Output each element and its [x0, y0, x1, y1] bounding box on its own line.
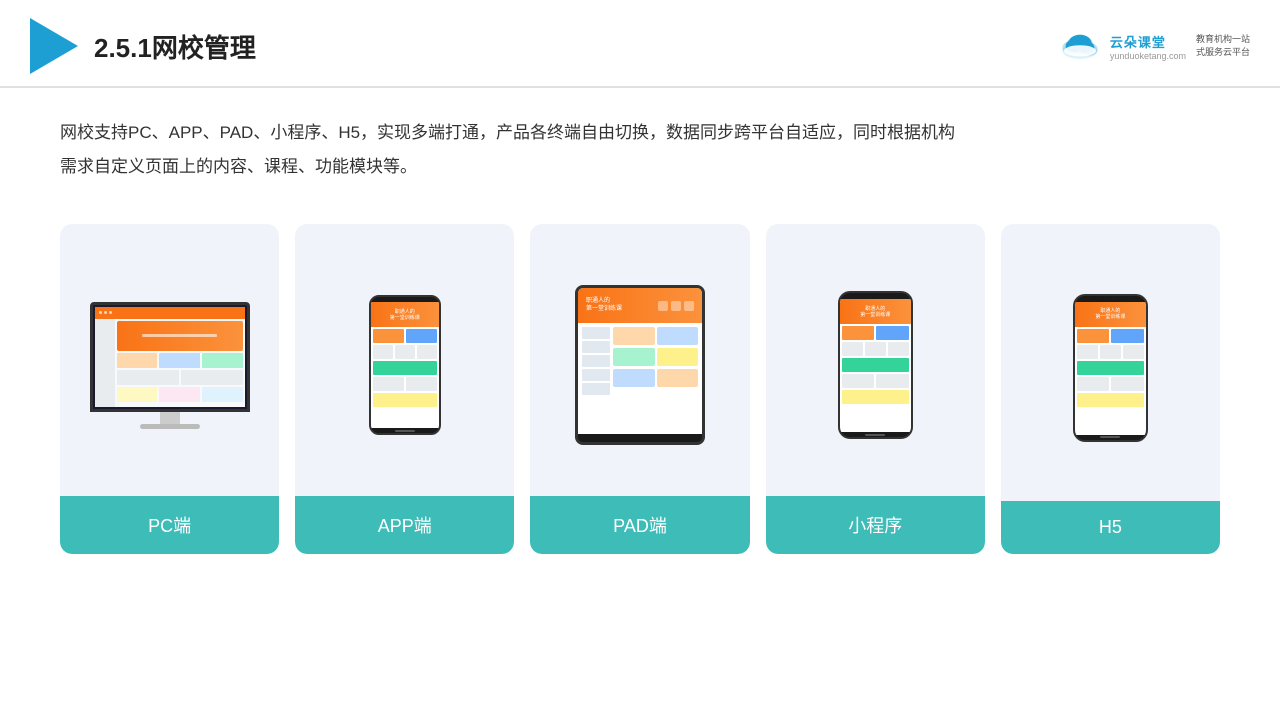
monitor-mockup — [90, 302, 250, 429]
brand-text: 云朵课堂 yunduoketang.com — [1110, 32, 1186, 61]
brand-name: 云朵课堂 — [1110, 32, 1166, 51]
card-miniapp-label: 小程序 — [766, 496, 985, 554]
card-app: 职通人的第一堂训练课 — [295, 224, 514, 554]
phone-mockup-h5: 职通人的第一堂训练课 — [1073, 294, 1148, 442]
card-h5-image: 职通人的第一堂训练课 — [1001, 224, 1220, 501]
card-h5-label: H5 — [1001, 501, 1220, 554]
logo-triangle-icon — [30, 18, 78, 74]
tablet-mockup: 职通人的第一堂训练课 — [575, 285, 705, 445]
card-app-label: APP端 — [295, 496, 514, 554]
card-pc-image — [60, 224, 279, 496]
card-miniapp-image: 职通人的第一堂训练课 — [766, 224, 985, 496]
brand-logo: 云朵课堂 yunduoketang.com 教育机构一站 式服务云平台 — [1056, 30, 1250, 62]
cloud-icon — [1056, 30, 1104, 62]
card-pc: PC端 — [60, 224, 279, 554]
phone-mockup-app: 职通人的第一堂训练课 — [369, 295, 441, 435]
card-app-image: 职通人的第一堂训练课 — [295, 224, 514, 496]
card-pad-label: PAD端 — [530, 496, 749, 554]
description-line2: 需求自定义页面上的内容、课程、功能模块等。 — [60, 150, 1220, 184]
page-title: 2.5.1网校管理 — [94, 28, 256, 65]
description: 网校支持PC、APP、PAD、小程序、H5，实现多端打通，产品各终端自由切换，数… — [0, 88, 1280, 194]
header-right: 云朵课堂 yunduoketang.com 教育机构一站 式服务云平台 — [1056, 30, 1250, 62]
header: 2.5.1网校管理 云朵课堂 yunduoketang.com 教育机构一站 式… — [0, 0, 1280, 88]
card-h5: 职通人的第一堂训练课 — [1001, 224, 1220, 554]
card-miniapp: 职通人的第一堂训练课 — [766, 224, 985, 554]
phone-mockup-miniapp: 职通人的第一堂训练课 — [838, 291, 913, 439]
header-left: 2.5.1网校管理 — [30, 18, 256, 74]
description-line1: 网校支持PC、APP、PAD、小程序、H5，实现多端打通，产品各终端自由切换，数… — [60, 116, 1220, 150]
card-pad-image: 职通人的第一堂训练课 — [530, 224, 749, 496]
card-pad: 职通人的第一堂训练课 — [530, 224, 749, 554]
card-pc-label: PC端 — [60, 496, 279, 554]
brand-tagline: 教育机构一站 式服务云平台 — [1196, 33, 1250, 58]
brand-url: yunduoketang.com — [1110, 51, 1186, 61]
monitor-screen — [90, 302, 250, 412]
cards-container: PC端 职通人的第一堂训练课 — [0, 194, 1280, 554]
